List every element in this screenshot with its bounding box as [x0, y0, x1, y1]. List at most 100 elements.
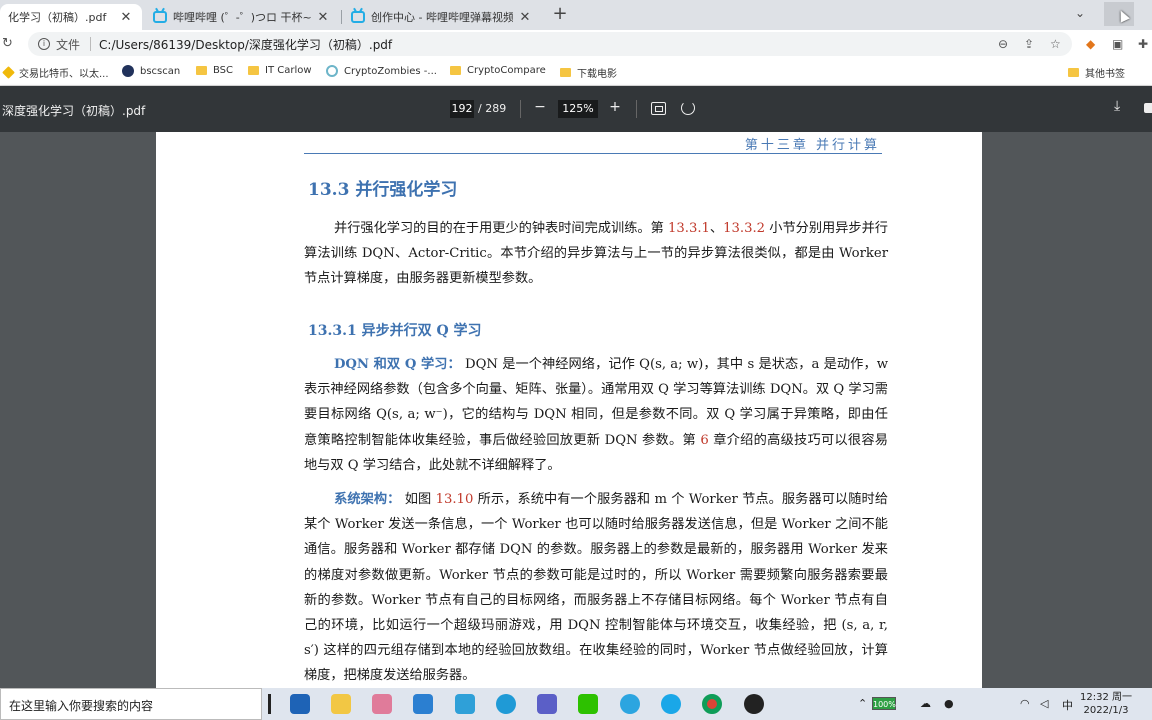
section-link[interactable]: 13.3.2 — [723, 221, 765, 236]
folder-icon — [1068, 68, 1079, 77]
folder-icon — [248, 66, 259, 75]
metamask-icon[interactable]: ◆ — [1086, 37, 1095, 51]
zoom-out-button[interactable]: − — [530, 99, 550, 115]
bookmark-cryptozombies[interactable]: CryptoZombies -... — [326, 65, 437, 77]
rotate-icon[interactable] — [681, 101, 695, 115]
page-total: / 289 — [478, 102, 507, 115]
divider — [636, 100, 637, 118]
section-title: 13.3 并行强化学习 — [308, 180, 458, 200]
chevron-down-icon[interactable]: ⌄ — [1075, 6, 1085, 20]
bscscan-icon — [122, 65, 134, 77]
reload-icon[interactable]: ↻ — [2, 36, 13, 51]
task-view-icon[interactable] — [268, 694, 271, 714]
bookmark-it-carlow[interactable]: IT Carlow — [248, 65, 312, 76]
bookmark-label: CryptoZombies -... — [344, 65, 437, 77]
close-icon[interactable]: ✕ — [118, 10, 134, 25]
folder-icon — [450, 66, 461, 75]
cryptozombies-icon — [326, 65, 338, 77]
extension-icon[interactable]: ▣ — [1112, 37, 1123, 51]
bookmarks-bar: 交易比特币、以太... bscscan BSC IT Carlow Crypto… — [0, 58, 1152, 86]
taskbar-search-input[interactable]: 在这里输入你要搜索的内容 — [0, 688, 262, 720]
bookmark-cryptocompare[interactable]: CryptoCompare — [450, 65, 546, 76]
store-icon[interactable] — [290, 694, 310, 714]
bookmark-binance[interactable]: 交易比特币、以太... — [2, 65, 109, 80]
chrome-icon[interactable] — [702, 694, 722, 714]
bookmark-bsc[interactable]: BSC — [196, 65, 233, 76]
share-icon[interactable]: ⇪ — [1024, 37, 1034, 51]
bookmark-label: 下载电影 — [577, 69, 617, 80]
chapter-link[interactable]: 6 — [700, 433, 708, 448]
omnibox[interactable]: i 文件 C:/Users/86139/Desktop/深度强化学习（初稿）.p… — [28, 32, 1072, 56]
chapter-header-text: 第十三章 并行计算 — [744, 138, 880, 153]
zoom-icon[interactable]: ⊖ — [998, 37, 1008, 51]
taskbar: 在这里输入你要搜索的内容 ⌃ 100% ☁ ● ◠ ◁ 中 12:32 周一 2… — [0, 688, 1152, 720]
pdf-title: 深度强化学习（初稿）.pdf — [2, 104, 146, 118]
ime-indicator[interactable]: 中 — [1062, 697, 1073, 713]
tab-divider — [341, 10, 342, 24]
zoom-in-button[interactable]: + — [605, 99, 625, 115]
app-icon[interactable] — [372, 694, 392, 714]
binance-icon — [2, 66, 15, 79]
clock[interactable]: 12:32 周一 2022/1/3 — [1080, 691, 1132, 717]
speaker-icon[interactable]: ◁ — [1040, 697, 1048, 710]
pdf-viewer[interactable]: 第十三章 并行计算 13.3 并行强化学习 并行强化学习的目的在于用更少的钟表时… — [0, 132, 1152, 688]
wechat-icon[interactable] — [578, 694, 598, 714]
fit-page-icon[interactable] — [651, 102, 666, 115]
info-icon[interactable]: i — [38, 38, 50, 50]
url-text[interactable]: C:/Users/86139/Desktop/深度强化学习（初稿）.pdf — [99, 36, 392, 53]
puzzle-icon[interactable]: ✚ — [1138, 37, 1148, 51]
folder-icon — [560, 68, 571, 77]
tab-title: 哔哩哔哩 (゜-゜)つロ 干杯~-bili — [173, 11, 311, 24]
clock-time: 12:32 周一 — [1080, 692, 1132, 703]
wifi-icon[interactable]: ◠ — [1020, 697, 1030, 710]
bookmark-label: BSC — [213, 65, 234, 76]
app-icon[interactable] — [455, 694, 475, 714]
download-icon[interactable]: ⤓ — [1114, 98, 1120, 114]
page-number-input[interactable]: 192 — [450, 100, 474, 118]
bookmark-bscscan[interactable]: bscscan — [122, 65, 180, 77]
close-icon[interactable]: ✕ — [315, 10, 331, 25]
vscode-icon[interactable] — [413, 694, 433, 714]
pdf-toolbar: 深度强化学习（初稿）.pdf 192 / 289 − 125% + ⤓ — [0, 86, 1152, 132]
subsection-title: 13.3.1 异步并行双 Q 学习 — [308, 323, 482, 339]
bilibili-icon — [153, 11, 167, 23]
chevron-up-icon[interactable]: ⌃ — [858, 697, 867, 710]
dqn-paragraph: DQN 和双 Q 学习： DQN 是一个神经网络，记作 Q(s, a; w)，其… — [304, 357, 888, 473]
battery-icon[interactable]: 100% — [872, 697, 896, 710]
architecture-paragraph: 系统架构： 如图 13.10 所示，系统中有一个服务器和 m 个 Worker … — [304, 492, 889, 684]
tab-pdf[interactable]: 化学习（初稿）.pdf ✕ — [0, 4, 142, 30]
protocol-label: 文件 — [56, 37, 81, 52]
section-link[interactable]: 13.3.1 — [668, 221, 710, 236]
paragraph-label: 系统架构： — [334, 492, 401, 507]
bookmark-other[interactable]: 其他书签 — [1068, 65, 1125, 80]
cloud-icon[interactable]: ☁ — [920, 697, 931, 710]
bookmark-label: 其他书签 — [1085, 69, 1125, 80]
bookmark-label: IT Carlow — [265, 65, 312, 76]
app-icon[interactable] — [744, 694, 764, 714]
bookmark-label: 交易比特币、以太... — [19, 69, 109, 80]
divider — [90, 37, 92, 51]
chapter-header: 第十三章 并行计算 — [304, 132, 882, 154]
microphone-icon[interactable]: ● — [944, 697, 954, 710]
tab-title: 创作中心 - 哔哩哔哩弹幕视频网 — [371, 11, 513, 24]
pdf-page: 第十三章 并行计算 13.3 并行强化学习 并行强化学习的目的在于用更少的钟表时… — [156, 132, 982, 688]
bilibili-icon — [351, 11, 365, 23]
tab-bilibili[interactable]: 哔哩哔哩 (゜-゜)つロ 干杯~-bili ✕ — [145, 4, 339, 30]
figure-link[interactable]: 13.10 — [436, 492, 474, 507]
bookmark-label: bscscan — [140, 65, 181, 77]
paragraph-label: DQN 和双 Q 学习： — [334, 357, 461, 372]
intro-paragraph: 并行强化学习的目的在于用更少的钟表时间完成训练。第 13.3.1、13.3.2 … — [304, 221, 888, 287]
teams-icon[interactable] — [537, 694, 557, 714]
edge-icon[interactable] — [496, 694, 516, 714]
telegram-icon[interactable] — [620, 694, 640, 714]
bookmark-movies[interactable]: 下载电影 — [560, 65, 617, 80]
zoom-level-input[interactable]: 125% — [558, 100, 598, 118]
tab-creator-center[interactable]: 创作中心 - 哔哩哔哩弹幕视频网 ✕ — [343, 4, 541, 30]
file-explorer-icon[interactable] — [331, 694, 351, 714]
star-icon[interactable]: ☆ — [1050, 37, 1061, 51]
print-icon[interactable] — [1144, 103, 1152, 113]
app-icon[interactable] — [661, 694, 681, 714]
close-icon[interactable]: ✕ — [517, 10, 533, 25]
divider — [520, 100, 521, 118]
new-tab-button[interactable]: + — [552, 5, 568, 23]
